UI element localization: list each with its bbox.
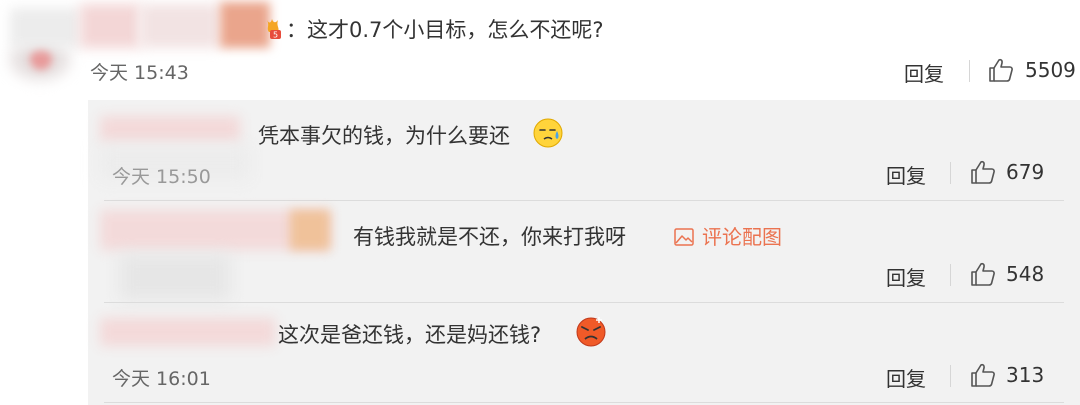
reply-divider: [104, 200, 1064, 201]
reply-divider: [104, 302, 1064, 303]
svg-text:5: 5: [273, 31, 278, 40]
reply-button[interactable]: 回复: [904, 58, 944, 87]
reply-button[interactable]: 回复: [886, 160, 926, 189]
reply-button[interactable]: 回复: [886, 262, 926, 291]
thumbs-up-icon[interactable]: [970, 159, 996, 185]
reply-username-obscured[interactable]: [100, 314, 280, 350]
action-separator: [969, 60, 970, 82]
thumbs-up-icon[interactable]: [988, 57, 1014, 83]
like-count: 679: [1006, 160, 1045, 184]
action-separator: [950, 264, 951, 286]
reply-time: 今天 16:01: [112, 368, 211, 390]
reply-text: 这次是爸还钱，还是妈还钱?: [278, 323, 542, 347]
like-count: 548: [1006, 262, 1045, 286]
reply-button[interactable]: 回复: [886, 363, 926, 392]
comment-image-link[interactable]: 评论配图: [674, 221, 782, 250]
sweating-face-icon: [533, 118, 563, 148]
comment-content: 这才0.7个小目标，怎么不还呢?: [307, 18, 604, 42]
thumbs-up-icon[interactable]: [970, 362, 996, 388]
image-link-label: 评论配图: [702, 225, 782, 249]
like-count: 313: [1006, 363, 1045, 387]
vip-badge-icon: 5: [267, 19, 281, 40]
action-separator: [950, 365, 951, 387]
reply-time: 今天 15:50: [112, 166, 211, 188]
thumbs-up-icon[interactable]: [970, 261, 996, 287]
reply-username-obscured[interactable]: [100, 206, 340, 302]
colon: ：: [286, 18, 307, 42]
username-obscured[interactable]: [10, 0, 270, 56]
image-icon: [674, 228, 694, 246]
reply-text: 凭本事欠的钱，为什么要还: [258, 124, 510, 148]
main-comment: 5 ：这才0.7个小目标，怎么不还呢? 今天 15:43 回复 5509: [0, 0, 1080, 96]
main-comment-text: ：这才0.7个小目标，怎么不还呢?: [286, 14, 604, 44]
reply-divider: [104, 402, 1064, 403]
like-count: 5509: [1025, 58, 1076, 82]
reply-text: 有钱我就是不还，你来打我呀: [353, 225, 626, 249]
replies-panel: 凭本事欠的钱，为什么要还 今天 15:50 回复 679 有钱我就是不还，你来打…: [88, 100, 1080, 405]
angry-face-icon: [576, 317, 606, 347]
comment-time: 今天 15:43: [90, 62, 189, 84]
action-separator: [950, 162, 951, 184]
